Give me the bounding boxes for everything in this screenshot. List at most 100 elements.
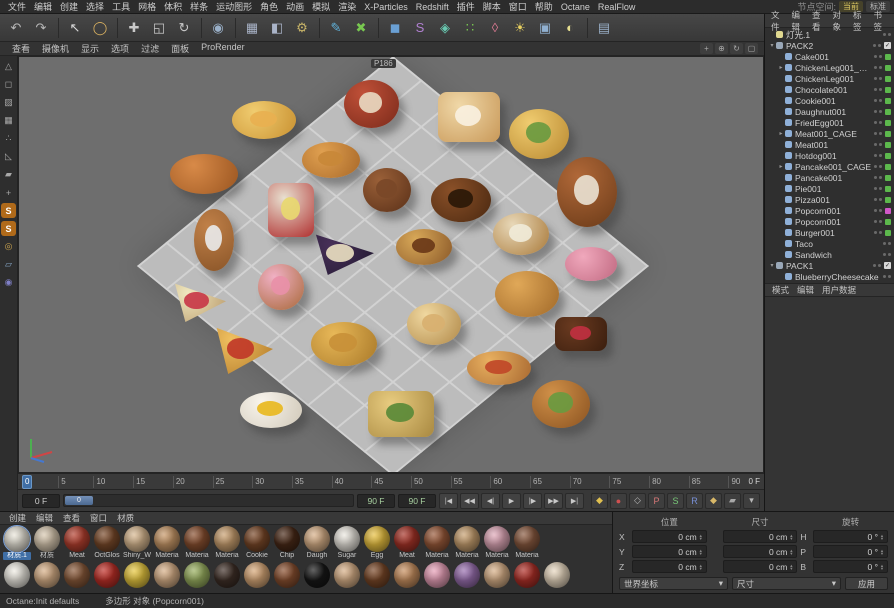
material-thumb-材质[interactable]: 材质 — [33, 526, 61, 560]
food-chicken-leg[interactable] — [557, 157, 617, 227]
xparticles-icon[interactable]: ✖ — [349, 16, 373, 40]
visibility-dot-icon[interactable] — [873, 44, 876, 47]
food-sandwich[interactable] — [368, 391, 434, 437]
visibility-dot-icon[interactable] — [879, 110, 882, 113]
menu-item-15[interactable]: 插件 — [453, 0, 479, 13]
material-thumb-Sugar[interactable]: Sugar — [333, 526, 361, 560]
playback-options-icon[interactable]: ▾ — [743, 493, 760, 509]
viewport-menu-item-1[interactable]: 摄像机 — [36, 42, 75, 55]
visibility-dot-icon[interactable] — [883, 242, 886, 245]
display-mode-icon[interactable]: ▤ — [592, 16, 616, 40]
viewport-menu-item-5[interactable]: 面板 — [165, 42, 195, 55]
spinner-icon[interactable]: ▲▼ — [789, 549, 793, 555]
menu-item-6[interactable]: 体积 — [160, 0, 186, 13]
expand-arrow-icon[interactable]: ▸ — [777, 64, 785, 71]
object-row-Pie001[interactable]: Pie001 — [765, 183, 894, 194]
material-thumb-Materia[interactable]: Materia — [183, 526, 211, 560]
timeline-tick-15[interactable]: 15 — [133, 476, 147, 488]
workplane-icon[interactable]: ▦ — [1, 113, 16, 128]
visibility-dot-icon[interactable] — [874, 165, 877, 168]
food-taco[interactable] — [509, 109, 569, 159]
material-thumb-Meat[interactable]: Meat — [63, 526, 91, 560]
sketch-style-icon[interactable]: S — [1, 221, 16, 236]
prev-frame-icon[interactable]: ◀| — [481, 493, 500, 509]
visibility-dot-icon[interactable] — [874, 187, 877, 190]
polygons-mode-icon[interactable]: ▰ — [1, 167, 16, 182]
food-chocolate-bar[interactable] — [555, 317, 607, 351]
menu-item-20[interactable]: RealFlow — [594, 2, 640, 12]
food-fried-egg[interactable] — [240, 392, 302, 428]
menu-item-11[interactable]: 模拟 — [308, 0, 334, 13]
timeline-tick-30[interactable]: 30 — [252, 476, 266, 488]
next-frame-icon[interactable]: |▶ — [523, 493, 542, 509]
food-waffle[interactable] — [311, 322, 377, 366]
visibility-dot-icon[interactable] — [874, 88, 877, 91]
visibility-dot-icon[interactable] — [879, 99, 882, 102]
enabled-check-icon[interactable]: ✓ — [884, 262, 891, 269]
viewport[interactable]: P186 — [18, 56, 764, 473]
range-start-field[interactable]: 90 F — [357, 494, 395, 508]
record-pla-icon[interactable]: ▰ — [724, 493, 741, 509]
material-thumb-15[interactable] — [453, 562, 481, 588]
current-frame-field[interactable]: 0 F — [22, 494, 60, 508]
food-ham[interactable] — [344, 80, 399, 128]
material-tag-icon[interactable] — [885, 142, 891, 148]
object-row-Pizza001[interactable]: Pizza001 — [765, 194, 894, 205]
visibility-dot-icon[interactable] — [874, 110, 877, 113]
object-row-Popcorn001[interactable]: Popcorn001 — [765, 205, 894, 216]
material-tag-icon[interactable] — [885, 186, 891, 192]
material-tag-icon[interactable] — [885, 76, 891, 82]
visibility-dot-icon[interactable] — [879, 165, 882, 168]
material-thumb-16[interactable] — [483, 562, 511, 588]
live-selection-icon[interactable]: ◯ — [88, 16, 112, 40]
visibility-dot-icon[interactable] — [888, 33, 891, 36]
size-y-field[interactable]: 0 cm▲▼ — [723, 545, 798, 558]
object-row-Meat001[interactable]: Meat001 — [765, 139, 894, 150]
spinner-icon[interactable]: ▲▼ — [880, 549, 884, 555]
redo-icon[interactable]: ↷ — [29, 16, 53, 40]
size-x-field[interactable]: 0 cm▲▼ — [723, 530, 798, 543]
render-settings-icon[interactable]: ⚙ — [290, 16, 314, 40]
move-icon[interactable]: ✚ — [122, 16, 146, 40]
visibility-dot-icon[interactable] — [879, 77, 882, 80]
timeline-tick-10[interactable]: 10 — [93, 476, 107, 488]
rotation-p-field[interactable]: 0 °▲▼ — [813, 545, 888, 558]
solo-icon[interactable]: ◉ — [1, 275, 16, 290]
object-row-ChickenLeg001_CAGE[interactable]: ▸ChickenLeg001_CAGE — [765, 62, 894, 73]
material-thumb-1[interactable] — [33, 562, 61, 588]
prev-key-icon[interactable]: ◀◀ — [460, 493, 479, 509]
attribute-tab-2[interactable]: 用户数据 — [818, 284, 860, 296]
timeline-tick-50[interactable]: 50 — [411, 476, 425, 488]
menu-item-3[interactable]: 选择 — [82, 0, 108, 13]
orbit-icon[interactable]: ↻ — [730, 43, 743, 54]
object-row-Cake001[interactable]: Cake001 — [765, 51, 894, 62]
camera-icon[interactable]: ▣ — [533, 16, 557, 40]
enable-axis-icon[interactable]: + — [1, 185, 16, 200]
spinner-icon[interactable]: ▲▼ — [789, 564, 793, 570]
menu-item-9[interactable]: 角色 — [256, 0, 282, 13]
food-pancakes[interactable] — [232, 101, 296, 139]
spinner-icon[interactable]: ▲▼ — [880, 534, 884, 540]
menu-item-16[interactable]: 脚本 — [479, 0, 505, 13]
array-icon[interactable]: ∷ — [458, 16, 482, 40]
visibility-dot-icon[interactable] — [883, 275, 886, 278]
spinner-icon[interactable]: ▲▼ — [699, 534, 703, 540]
position-x-field[interactable]: 0 cm▲▼ — [632, 530, 707, 543]
play-icon[interactable]: ▶ — [502, 493, 521, 509]
material-tag-icon[interactable] — [885, 87, 891, 93]
visibility-dot-icon[interactable] — [879, 220, 882, 223]
material-thumb-Materia[interactable]: Materia — [213, 526, 241, 560]
material-thumb-Materia[interactable]: Materia — [513, 526, 541, 560]
menu-item-10[interactable]: 动画 — [282, 0, 308, 13]
visibility-dot-icon[interactable] — [888, 253, 891, 256]
range-end-field[interactable]: 90 F — [398, 494, 436, 508]
material-thumb-Materia[interactable]: Materia — [153, 526, 181, 560]
next-key-icon[interactable]: ▶▶ — [544, 493, 563, 509]
material-thumb-Materia[interactable]: Materia — [483, 526, 511, 560]
viewport-menu-item-4[interactable]: 过滤 — [135, 42, 165, 55]
rotation-h-field[interactable]: 0 °▲▼ — [813, 530, 888, 543]
timeline-tick-0[interactable]: 0 — [22, 475, 32, 489]
render-region-icon[interactable]: ◧ — [265, 16, 289, 40]
material-tag-icon[interactable] — [885, 230, 891, 236]
visibility-dot-icon[interactable] — [878, 264, 881, 267]
